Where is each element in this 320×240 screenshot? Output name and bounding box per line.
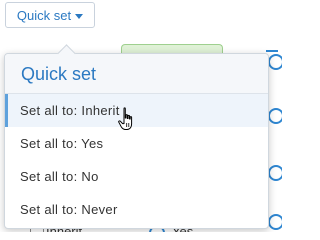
radio-connector-line bbox=[266, 50, 278, 52]
caret-down-icon bbox=[75, 13, 84, 19]
menu-title: Quick set bbox=[5, 54, 268, 94]
radio-button[interactable] bbox=[268, 214, 282, 230]
quick-set-button[interactable]: Quick set bbox=[5, 2, 95, 28]
menu-item-set-all-inherit[interactable]: Set all to: Inherit bbox=[5, 94, 268, 127]
radio-button[interactable] bbox=[268, 165, 282, 181]
menu-item-set-all-never[interactable]: Set all to: Never bbox=[5, 193, 268, 226]
radio-button[interactable] bbox=[268, 54, 282, 70]
permissions-page: Quick set Inherit Yes Quick set Set all … bbox=[0, 0, 282, 232]
menu-item-set-all-no[interactable]: Set all to: No bbox=[5, 160, 268, 193]
menu-item-set-all-yes[interactable]: Set all to: Yes bbox=[5, 127, 268, 160]
radio-button[interactable] bbox=[268, 108, 282, 124]
quick-set-button-label: Quick set bbox=[16, 7, 72, 23]
quick-set-menu: Quick set Set all to: Inherit Set all to… bbox=[4, 44, 269, 229]
